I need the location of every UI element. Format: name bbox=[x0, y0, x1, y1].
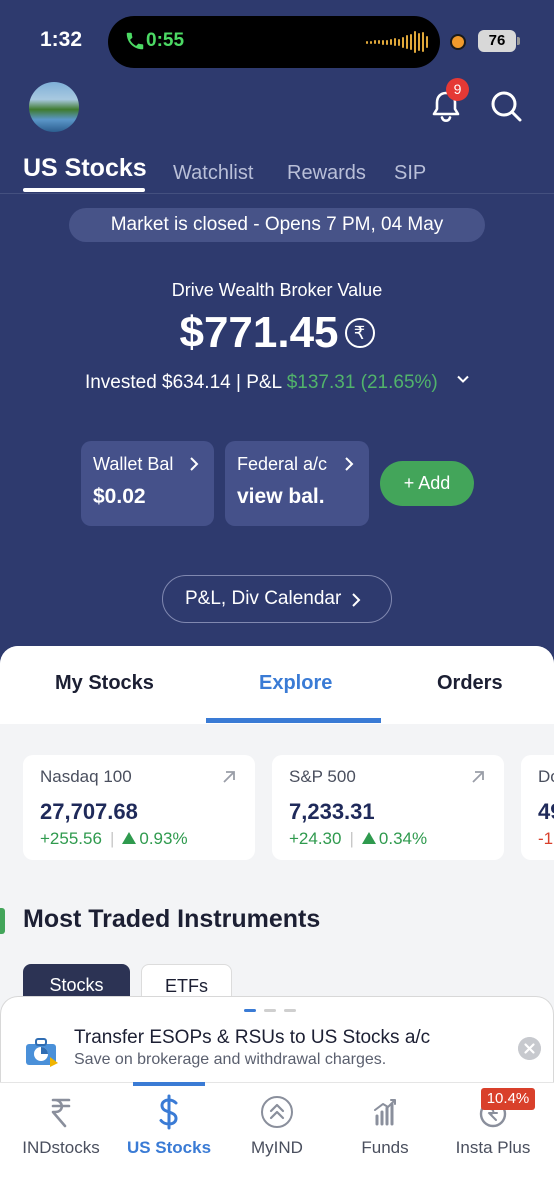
index-card-sp500[interactable]: S&P 500 7,233.31 +24.30 | 0.34% bbox=[272, 755, 504, 860]
nav-label: Funds bbox=[361, 1138, 409, 1157]
federal-account-value: view bal. bbox=[237, 485, 325, 508]
invested-text: Invested $634.14 | P&L bbox=[84, 372, 287, 393]
avatar[interactable] bbox=[29, 82, 79, 132]
call-duration: 0:55 bbox=[146, 30, 185, 51]
wallet-balance-value: $0.02 bbox=[93, 485, 146, 508]
federal-account-label: Federal a/c bbox=[237, 454, 328, 474]
arrow-up-right-icon bbox=[223, 771, 235, 783]
pl-value: $137.31 (21.65%) bbox=[286, 372, 438, 393]
nav-us-stocks[interactable]: US Stocks bbox=[114, 1094, 224, 1158]
search-icon[interactable] bbox=[486, 86, 526, 126]
pl-div-calendar-button[interactable]: P&L, Div Calendar bbox=[162, 575, 392, 623]
chevron-right-icon bbox=[190, 457, 199, 471]
sheet-tabs: My Stocks Explore Orders bbox=[0, 646, 554, 724]
chevron-down-icon[interactable] bbox=[457, 373, 469, 385]
wallet-balance-label: Wallet Bal bbox=[93, 454, 174, 474]
tab-orders[interactable]: Orders bbox=[437, 672, 503, 695]
tab-rewards[interactable]: Rewards bbox=[287, 162, 366, 185]
add-funds-button[interactable]: + Add bbox=[380, 461, 474, 506]
nav-myind[interactable]: MyIND bbox=[222, 1094, 332, 1158]
index-value: 27,707.68 bbox=[40, 799, 138, 824]
recording-indicator-icon bbox=[452, 36, 464, 48]
index-change: +255.56 | 0.93% bbox=[40, 829, 188, 848]
wallet-balance-card[interactable]: Wallet Bal $0.02 bbox=[81, 441, 214, 526]
pl-div-calendar-label: P&L, Div Calendar bbox=[185, 588, 342, 609]
index-change-pct: 0.34% bbox=[378, 829, 428, 848]
triangle-up-icon bbox=[122, 832, 137, 844]
tab-explore[interactable]: Explore bbox=[259, 672, 332, 695]
promo-banner[interactable]: Transfer ESOPs & RSUs to US Stocks a/c S… bbox=[0, 996, 554, 1086]
close-icon[interactable] bbox=[518, 1037, 541, 1060]
tab-us-stocks[interactable]: US Stocks bbox=[23, 154, 147, 183]
promo-badge: 10.4% bbox=[481, 1088, 535, 1110]
tab-my-stocks[interactable]: My Stocks bbox=[55, 672, 154, 695]
index-change-pct: 0.93% bbox=[139, 829, 188, 848]
banner-title: Transfer ESOPs & RSUs to US Stocks a/c bbox=[74, 1027, 431, 1048]
index-card-dow[interactable]: Do 49 -1 bbox=[521, 755, 554, 860]
arrow-up-right-icon bbox=[472, 771, 484, 783]
chevrons-up-icon bbox=[261, 1096, 293, 1128]
market-status-notice: Market is closed - Opens 7 PM, 04 May bbox=[69, 208, 485, 242]
portfolio-value-label: Drive Wealth Broker Value bbox=[171, 280, 383, 300]
notification-badge: 9 bbox=[446, 78, 469, 101]
bar-chart-icon bbox=[374, 1099, 396, 1126]
dynamic-island[interactable]: 0:55 bbox=[108, 16, 440, 68]
tab-watchlist[interactable]: Watchlist bbox=[173, 162, 253, 185]
audio-waveform-icon bbox=[366, 30, 428, 54]
status-time: 1:32 bbox=[40, 28, 83, 51]
dollar-icon bbox=[159, 1094, 178, 1130]
index-name: Do bbox=[538, 767, 554, 786]
nav-label: US Stocks bbox=[126, 1138, 212, 1157]
nav-label: MyIND bbox=[251, 1138, 303, 1157]
nav-label: INDstocks bbox=[22, 1138, 100, 1157]
section-title: Most Traded Instruments bbox=[23, 905, 321, 933]
active-tab-indicator bbox=[23, 188, 145, 192]
section-accent-bar bbox=[0, 908, 5, 934]
portfolio-value-row: $771.45 ₹ bbox=[0, 308, 554, 358]
index-name: Nasdaq 100 bbox=[40, 767, 132, 786]
index-change-value: +255.56 bbox=[40, 829, 102, 848]
index-change-value: -1 bbox=[538, 829, 554, 848]
index-change: +24.30 | 0.34% bbox=[289, 829, 428, 848]
sheet-tab-indicator bbox=[206, 718, 381, 723]
chevron-right-icon bbox=[345, 457, 354, 471]
banner-subtitle: Save on brokerage and withdrawal charges… bbox=[74, 1051, 387, 1068]
tab-sip[interactable]: SIP bbox=[394, 162, 426, 185]
index-value: 7,233.31 bbox=[289, 799, 375, 824]
triangle-up-icon bbox=[361, 832, 376, 844]
index-change-value: +24.30 bbox=[289, 829, 342, 848]
index-card-nasdaq[interactable]: Nasdaq 100 27,707.68 +255.56 | 0.93% bbox=[23, 755, 255, 860]
rupee-icon bbox=[51, 1098, 71, 1128]
bottom-nav-active-indicator bbox=[133, 1082, 205, 1086]
index-value: 49 bbox=[538, 799, 554, 824]
invested-pl-row[interactable]: Invested $634.14 | P&L $137.31 (21.65%) bbox=[0, 372, 554, 394]
portfolio-header: 1:32 0:55 76 9 US Stocks Watchlist Rewar… bbox=[0, 0, 554, 680]
index-name: S&P 500 bbox=[289, 767, 356, 786]
nav-label: Insta Plus bbox=[455, 1138, 531, 1157]
phone-icon bbox=[126, 32, 144, 50]
nav-funds[interactable]: Funds bbox=[330, 1094, 440, 1158]
currency-toggle-icon[interactable]: ₹ bbox=[344, 318, 375, 348]
federal-account-card[interactable]: Federal a/c view bal. bbox=[225, 441, 369, 526]
carousel-indicator bbox=[244, 1009, 296, 1012]
battery-icon: 76 bbox=[478, 30, 520, 52]
chevron-right-icon bbox=[352, 593, 361, 607]
briefcase-icon bbox=[26, 1038, 58, 1067]
portfolio-value: $771.45 bbox=[179, 308, 339, 357]
nav-indstocks[interactable]: INDstocks bbox=[6, 1094, 116, 1158]
